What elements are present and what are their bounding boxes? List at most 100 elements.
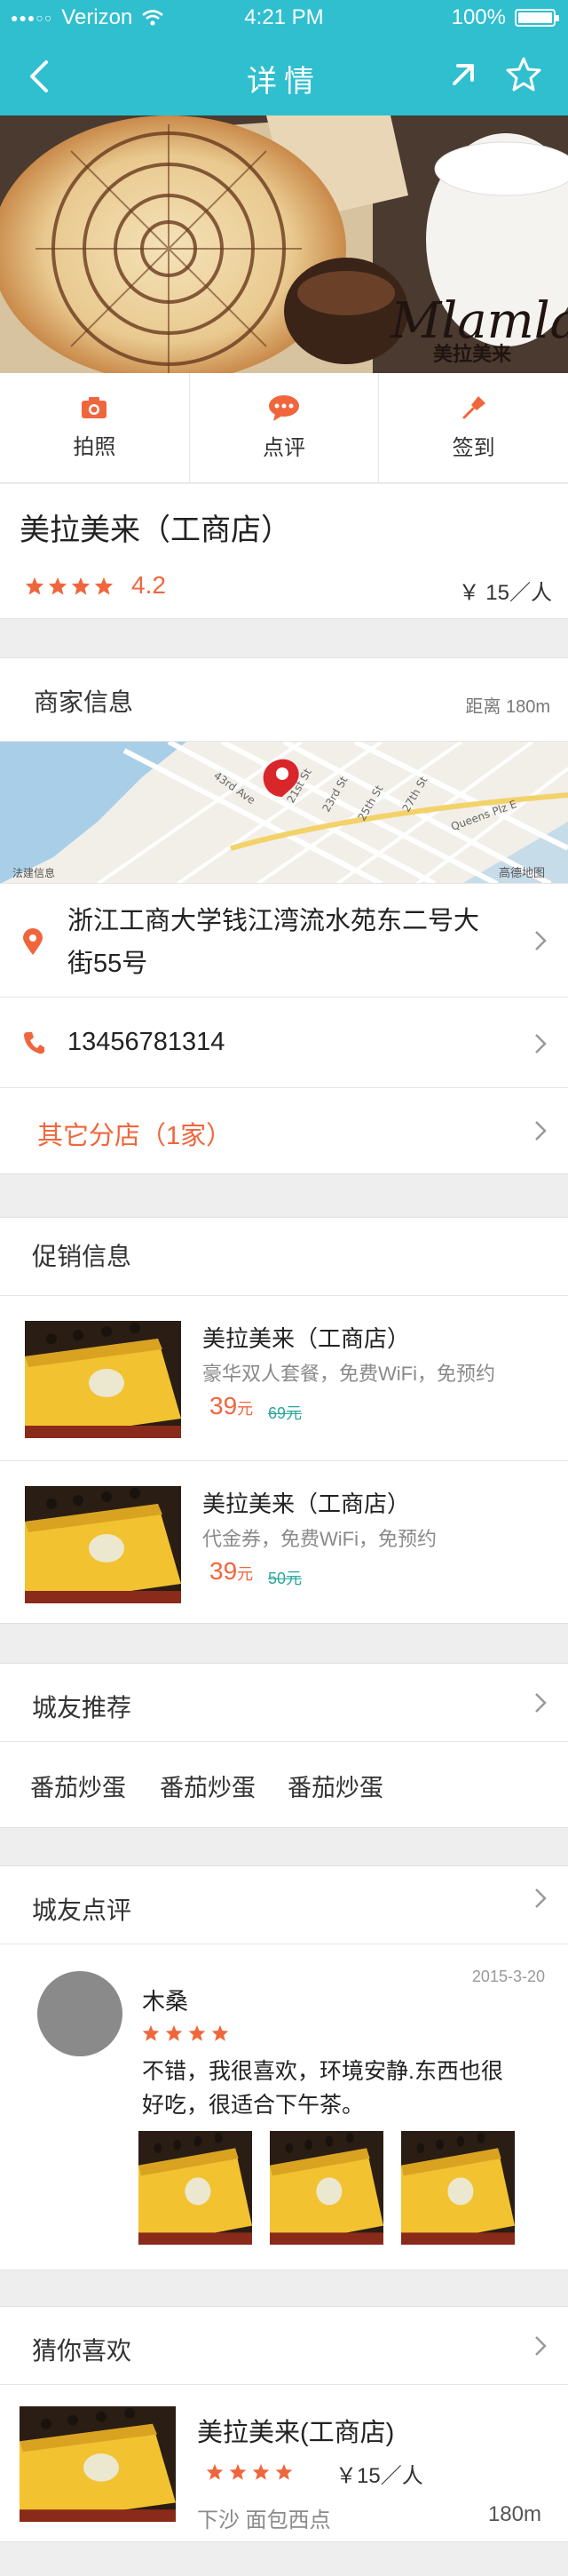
chevron-right-icon [535, 931, 547, 950]
guess-stars [206, 2463, 293, 2481]
battery-fill [518, 12, 552, 23]
map-brand: 高德地图 [499, 866, 545, 880]
checkin-button[interactable]: 签到 [379, 373, 568, 482]
promo-item-desc: 代金券，免费WiFi，免预约 [202, 1528, 437, 1550]
photo-label: 拍照 [73, 435, 116, 459]
merchant-section: 商家信息 距离 180m 43rd Ave 21st St 23rd St 25… [0, 657, 568, 1174]
star-icon [94, 576, 114, 595]
map-credit: 法建信息 [12, 866, 55, 879]
location-icon [23, 928, 43, 955]
star-icon [211, 2024, 229, 2041]
branches-row[interactable]: 其它分店（1家） [0, 1088, 568, 1173]
phone-row[interactable]: 13456781314 [0, 998, 568, 1088]
review-photo[interactable] [401, 2131, 515, 2245]
promo-item[interactable]: 美拉美来（工商店） 豪华双人套餐，免费WiFi，免预约 39元 69元 [0, 1296, 568, 1461]
avatar[interactable] [37, 1971, 122, 2056]
promo-item-old-price: 50元 [268, 1570, 303, 1587]
shop-name: 美拉美来（工商店） [20, 513, 291, 547]
promo-item-old-price: 69元 [268, 1404, 303, 1422]
address-text: 浙江工商大学钱江湾流水苑东二号大街55号 [67, 907, 480, 978]
recommend-tag[interactable]: 番茄炒蛋 [30, 1769, 126, 1803]
merchant-title: 商家信息 [34, 688, 134, 716]
guess-section: 猜你喜欢 美拉美来(工商店) ￥15／人 下沙 面包西点 180m [0, 2306, 568, 2542]
battery-info: 100% [451, 5, 559, 30]
recommend-tag[interactable]: 番茄炒蛋 [160, 1769, 256, 1803]
review-stars [142, 2024, 229, 2042]
merchant-header: 商家信息 距离 180m [0, 658, 568, 742]
guess-title: 猜你喜欢 [32, 2337, 132, 2365]
shop-price: ￥ 15／人 [458, 581, 552, 605]
hero-brand-cn: 美拉美来 [433, 343, 512, 366]
photo-button[interactable]: 拍照 [0, 373, 190, 482]
status-bar: ●●●○○ Verizon 4:21 PM 100% [0, 0, 568, 36]
comment-button[interactable]: 点评 [190, 373, 380, 482]
guess-item-area: 下沙 面包西点 [197, 2508, 331, 2532]
promo-item-desc: 豪华双人套餐，免费WiFi，免预约 [202, 1363, 495, 1385]
reviews-title: 城友点评 [32, 1896, 132, 1924]
comment-label: 点评 [263, 436, 305, 460]
checkin-label: 签到 [452, 436, 495, 460]
promo-item-price: 39元 [209, 1557, 254, 1585]
guess-item-price: ￥15／人 [335, 2464, 423, 2488]
merchant-distance: 距离 180m [465, 697, 550, 717]
guess-item[interactable]: 美拉美来(工商店) ￥15／人 下沙 面包西点 180m [0, 2385, 568, 2543]
chevron-right-icon [535, 1121, 547, 1141]
phone-number: 13456781314 [67, 1028, 225, 1056]
camera-icon [82, 397, 107, 418]
shop-summary: 美拉美来（工商店） 4.2 ￥ 15／人 [0, 484, 568, 619]
chevron-right-icon [535, 2336, 547, 2356]
chevron-right-icon [535, 1888, 547, 1908]
favorite-star-icon[interactable] [504, 55, 543, 94]
reviewer-name: 木桑 [142, 1988, 189, 2015]
promo-thumb [25, 1321, 181, 1438]
pin-icon [462, 396, 485, 419]
star-icon [48, 576, 67, 595]
comment-icon [269, 395, 299, 421]
star-icon [188, 2024, 206, 2041]
guess-item-distance: 180m [487, 2502, 541, 2526]
promo-item-title: 美拉美来（工商店） [202, 1325, 411, 1352]
reviews-section: 城友点评 木桑 2015-3-20 不错，我很喜欢，环境安静.东西也很好吃，很适… [0, 1865, 568, 2270]
guess-header[interactable]: 猜你喜欢 [0, 2307, 568, 2385]
action-bar: 拍照 点评 签到 [0, 373, 568, 483]
reviews-header[interactable]: 城友点评 [0, 1866, 568, 1944]
star-icon [252, 2463, 270, 2480]
promo-header: 促销信息 [0, 1218, 568, 1296]
battery-percent: 100% [451, 5, 506, 29]
page-title: 详情 [247, 65, 321, 99]
review-photo[interactable] [138, 2131, 252, 2245]
nav-bar: 详情 [0, 36, 568, 115]
review-text: 不错，我很喜欢，环境安静.东西也很好吃，很适合下午茶。 [142, 2059, 503, 2118]
review-photo[interactable] [270, 2131, 383, 2245]
review-item[interactable]: 木桑 2015-3-20 不错，我很喜欢，环境安静.东西也很好吃，很适合下午茶。 [0, 1944, 568, 2270]
chevron-right-icon [535, 1693, 547, 1713]
promo-item[interactable]: 美拉美来（工商店） 代金券，免费WiFi，免预约 39元 50元 [0, 1461, 568, 1626]
promo-thumb [25, 1486, 181, 1603]
phone-icon [24, 1032, 44, 1054]
recommend-tags: 番茄炒蛋 番茄炒蛋 番茄炒蛋 [0, 1742, 568, 1831]
hero-brand: Mlamlai [390, 292, 568, 350]
recommend-header[interactable]: 城友推荐 [0, 1664, 568, 1742]
star-icon [71, 576, 91, 595]
recommend-section: 城友推荐 番茄炒蛋 番茄炒蛋 番茄炒蛋 [0, 1663, 568, 1828]
promo-item-price: 39元 [209, 1392, 254, 1419]
map-view[interactable]: 43rd Ave 21st St 23rd St 25th St 27th St… [0, 742, 568, 884]
star-icon [206, 2463, 224, 2480]
promo-section: 促销信息 美拉美来（工商店） 豪华双人套餐，免费WiFi，免预约 39元 69元… [0, 1217, 568, 1624]
guess-thumb [20, 2406, 176, 2522]
review-date: 2015-3-20 [471, 1968, 545, 1985]
promo-item-title: 美拉美来（工商店） [202, 1491, 411, 1517]
star-icon [142, 2024, 160, 2041]
battery-icon [515, 9, 559, 27]
star-icon [229, 2463, 247, 2480]
chevron-right-icon [535, 1034, 547, 1053]
branches-link: 其它分店（1家） [37, 1122, 233, 1150]
star-icon [25, 576, 44, 595]
hero-image: Mlamlai 美拉美来 [0, 115, 568, 373]
address-row[interactable]: 浙江工商大学钱江湾流水苑东二号大街55号 [0, 884, 568, 998]
share-icon[interactable] [446, 57, 481, 92]
recommend-tag[interactable]: 番茄炒蛋 [288, 1769, 383, 1803]
shop-stars [25, 576, 114, 596]
star-icon [275, 2463, 293, 2480]
shop-rating: 4.2 [131, 571, 166, 599]
